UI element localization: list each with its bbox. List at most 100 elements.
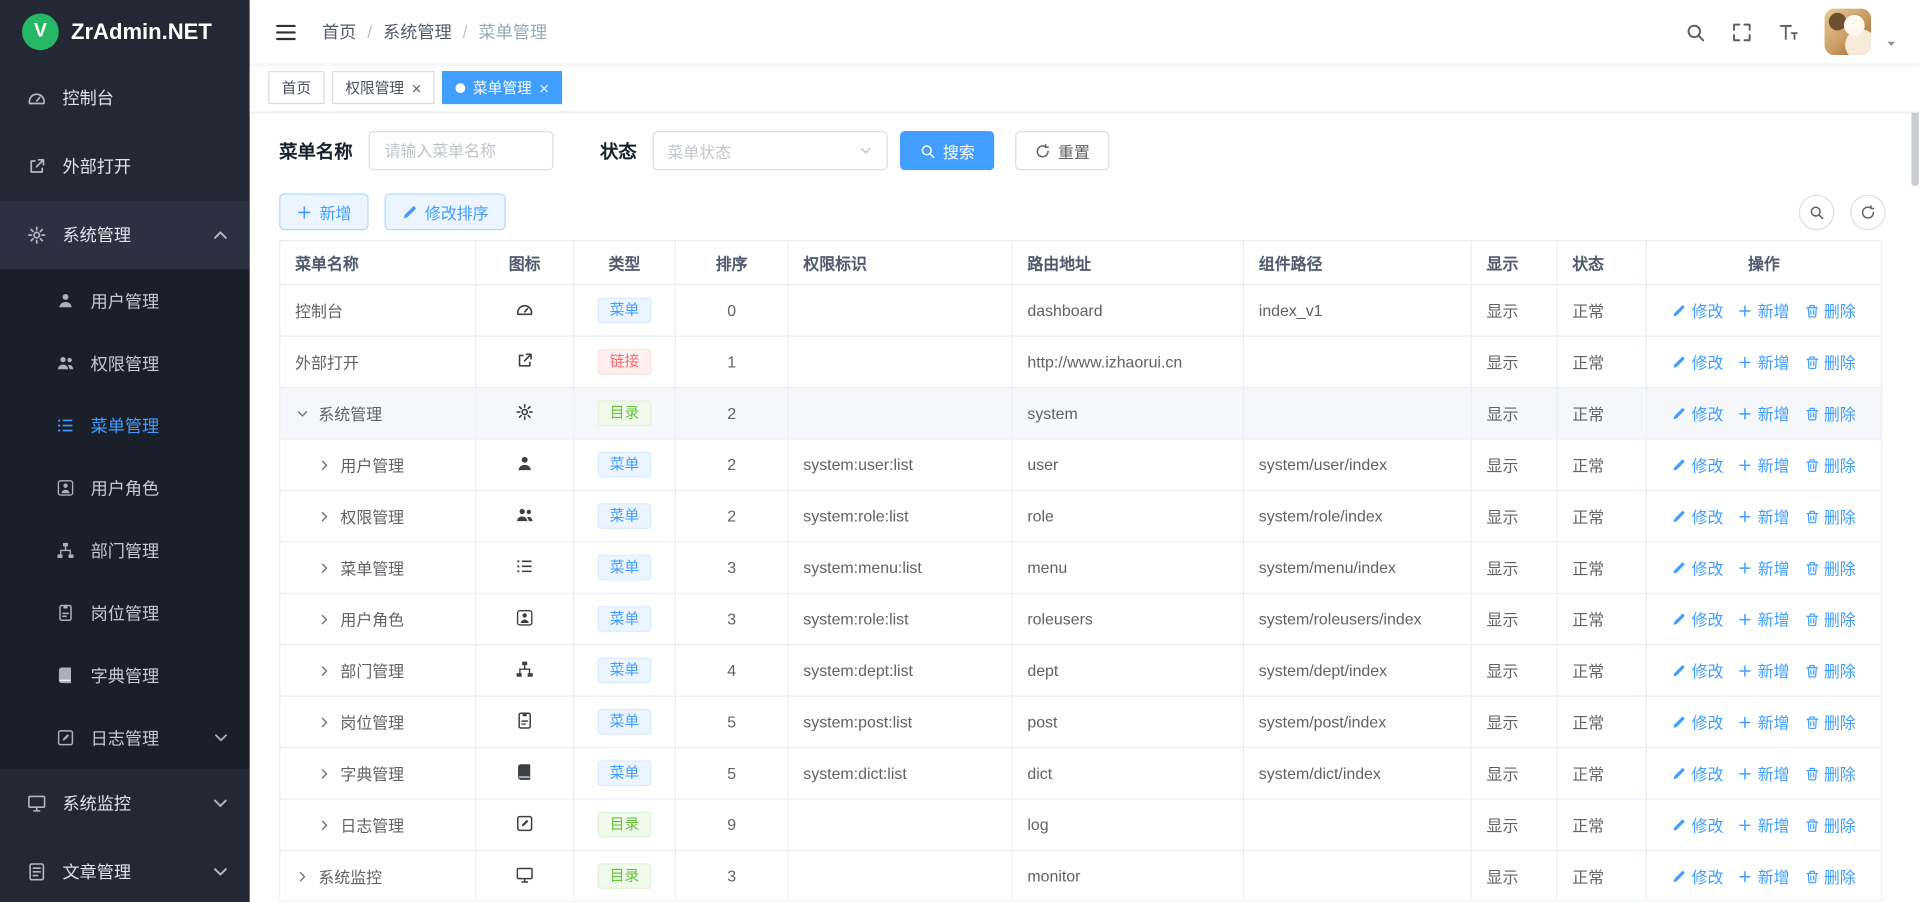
page-scrollbar[interactable] (1911, 0, 1918, 902)
table-row: 字典管理菜单5system:dict:listdictsystem/dict/i… (280, 748, 1882, 799)
logo[interactable]: V ZrAdmin.NET (0, 0, 250, 64)
chevron-down-icon (211, 862, 231, 882)
sidebar-item-menu[interactable]: 菜单管理 (0, 394, 250, 456)
tab-home[interactable]: 首页 (268, 71, 324, 104)
sidebar-item-dashboard[interactable]: 控制台 (0, 64, 250, 133)
row-add-link[interactable]: 新增 (1738, 813, 1789, 836)
row-delete-link[interactable]: 删除 (1804, 504, 1855, 527)
row-edit-link[interactable]: 修改 (1672, 504, 1723, 527)
collapse-sidebar-icon[interactable] (274, 20, 297, 43)
tab-role[interactable]: 权限管理 × (332, 71, 435, 104)
sort-button[interactable]: 修改排序 (385, 193, 506, 230)
row-edit-link[interactable]: 修改 (1672, 607, 1723, 630)
row-edit-link[interactable]: 修改 (1672, 659, 1723, 682)
breadcrumb-system[interactable]: 系统管理 (383, 20, 452, 44)
search-button[interactable]: 搜索 (900, 131, 994, 170)
row-edit-link[interactable]: 修改 (1672, 710, 1723, 733)
users-icon (56, 354, 74, 372)
expand-row-icon[interactable] (317, 457, 332, 472)
sidebar-item-role[interactable]: 权限管理 (0, 332, 250, 394)
close-icon[interactable]: × (539, 79, 549, 96)
sidebar-item-log[interactable]: 日志管理 (0, 707, 250, 769)
column-header: 路由地址 (1012, 241, 1243, 285)
expand-row-icon[interactable] (317, 766, 332, 781)
expand-row-icon[interactable] (317, 663, 332, 678)
row-delete-link[interactable]: 删除 (1804, 864, 1855, 887)
row-add-link[interactable]: 新增 (1738, 504, 1789, 527)
caret-down-icon[interactable] (1885, 36, 1898, 49)
header-search-icon[interactable] (1685, 21, 1706, 42)
row-add-link[interactable]: 新增 (1738, 762, 1789, 785)
sidebar-item-monitor[interactable]: 系统监控 (0, 769, 250, 838)
search-button-label: 搜索 (943, 139, 975, 162)
row-add-link[interactable]: 新增 (1738, 556, 1789, 579)
expand-row-icon[interactable] (317, 560, 332, 575)
edit-icon (1672, 354, 1687, 369)
row-delete-link[interactable]: 删除 (1804, 762, 1855, 785)
edit-icon (1672, 869, 1687, 884)
fullscreen-icon[interactable] (1731, 21, 1752, 42)
refresh-table-button[interactable] (1850, 194, 1886, 230)
row-add-link[interactable]: 新增 (1738, 402, 1789, 425)
collapse-row-icon[interactable] (295, 406, 310, 421)
avatar[interactable] (1825, 9, 1872, 56)
row-delete-link[interactable]: 删除 (1804, 710, 1855, 733)
menu-perm: system:menu:list (788, 542, 1012, 593)
close-icon[interactable]: × (411, 79, 421, 96)
row-delete-link[interactable]: 删除 (1804, 813, 1855, 836)
sidebar-item-external[interactable]: 外部打开 (0, 132, 250, 201)
row-edit-link[interactable]: 修改 (1672, 556, 1723, 579)
row-delete-link[interactable]: 删除 (1804, 402, 1855, 425)
row-edit-link[interactable]: 修改 (1672, 350, 1723, 373)
breadcrumb-home[interactable]: 首页 (322, 20, 356, 44)
table-row: 岗位管理菜单5system:post:listpostsystem/post/i… (280, 696, 1882, 747)
column-header: 显示 (1471, 241, 1557, 285)
row-edit-link[interactable]: 修改 (1672, 864, 1723, 887)
row-add-link[interactable]: 新增 (1738, 350, 1789, 373)
user-icon (56, 291, 74, 309)
org-tree-icon (516, 660, 534, 678)
row-add-link[interactable]: 新增 (1738, 299, 1789, 322)
expand-row-icon[interactable] (317, 612, 332, 627)
expand-row-icon[interactable] (295, 869, 310, 884)
row-add-link[interactable]: 新增 (1738, 607, 1789, 630)
row-add-link[interactable]: 新增 (1738, 659, 1789, 682)
reset-button[interactable]: 重置 (1015, 131, 1109, 170)
row-edit-link[interactable]: 修改 (1672, 813, 1723, 836)
row-edit-link[interactable]: 修改 (1672, 402, 1723, 425)
row-delete-link[interactable]: 删除 (1804, 556, 1855, 579)
menu-order: 1 (675, 336, 788, 387)
expand-row-icon[interactable] (317, 817, 332, 832)
row-delete-link[interactable]: 删除 (1804, 659, 1855, 682)
row-edit-link[interactable]: 修改 (1672, 299, 1723, 322)
font-size-icon[interactable] (1778, 21, 1799, 42)
menu-status: 正常 (1557, 593, 1646, 644)
sidebar-item-dept[interactable]: 部门管理 (0, 519, 250, 581)
status-select[interactable]: 菜单状态 (653, 131, 888, 170)
row-add-link[interactable]: 新增 (1738, 864, 1789, 887)
expand-row-icon[interactable] (317, 714, 332, 729)
sidebar-item-roleusers[interactable]: 用户角色 (0, 457, 250, 519)
row-delete-link[interactable]: 删除 (1804, 350, 1855, 373)
row-add-link[interactable]: 新增 (1738, 453, 1789, 476)
row-add-link[interactable]: 新增 (1738, 710, 1789, 733)
sidebar-item-dict[interactable]: 字典管理 (0, 644, 250, 706)
chevron-up-icon (211, 225, 231, 245)
sidebar-item-article[interactable]: 文章管理 (0, 838, 250, 902)
sidebar-item-system[interactable]: 系统管理 (0, 201, 250, 270)
row-delete-link[interactable]: 删除 (1804, 299, 1855, 322)
menu-name-input[interactable] (369, 131, 554, 170)
row-delete-link[interactable]: 删除 (1804, 453, 1855, 476)
add-button[interactable]: 新增 (279, 193, 368, 230)
row-edit-link[interactable]: 修改 (1672, 453, 1723, 476)
row-edit-link[interactable]: 修改 (1672, 762, 1723, 785)
trash-icon (1804, 457, 1819, 472)
expand-row-icon[interactable] (317, 509, 332, 524)
show-search-button[interactable] (1799, 194, 1835, 230)
reset-button-label: 重置 (1058, 139, 1090, 162)
user-role-icon (516, 609, 534, 627)
sidebar-item-post[interactable]: 岗位管理 (0, 582, 250, 644)
sidebar-item-user[interactable]: 用户管理 (0, 269, 250, 331)
tab-menu[interactable]: 菜单管理 × (442, 71, 562, 104)
row-delete-link[interactable]: 删除 (1804, 607, 1855, 630)
